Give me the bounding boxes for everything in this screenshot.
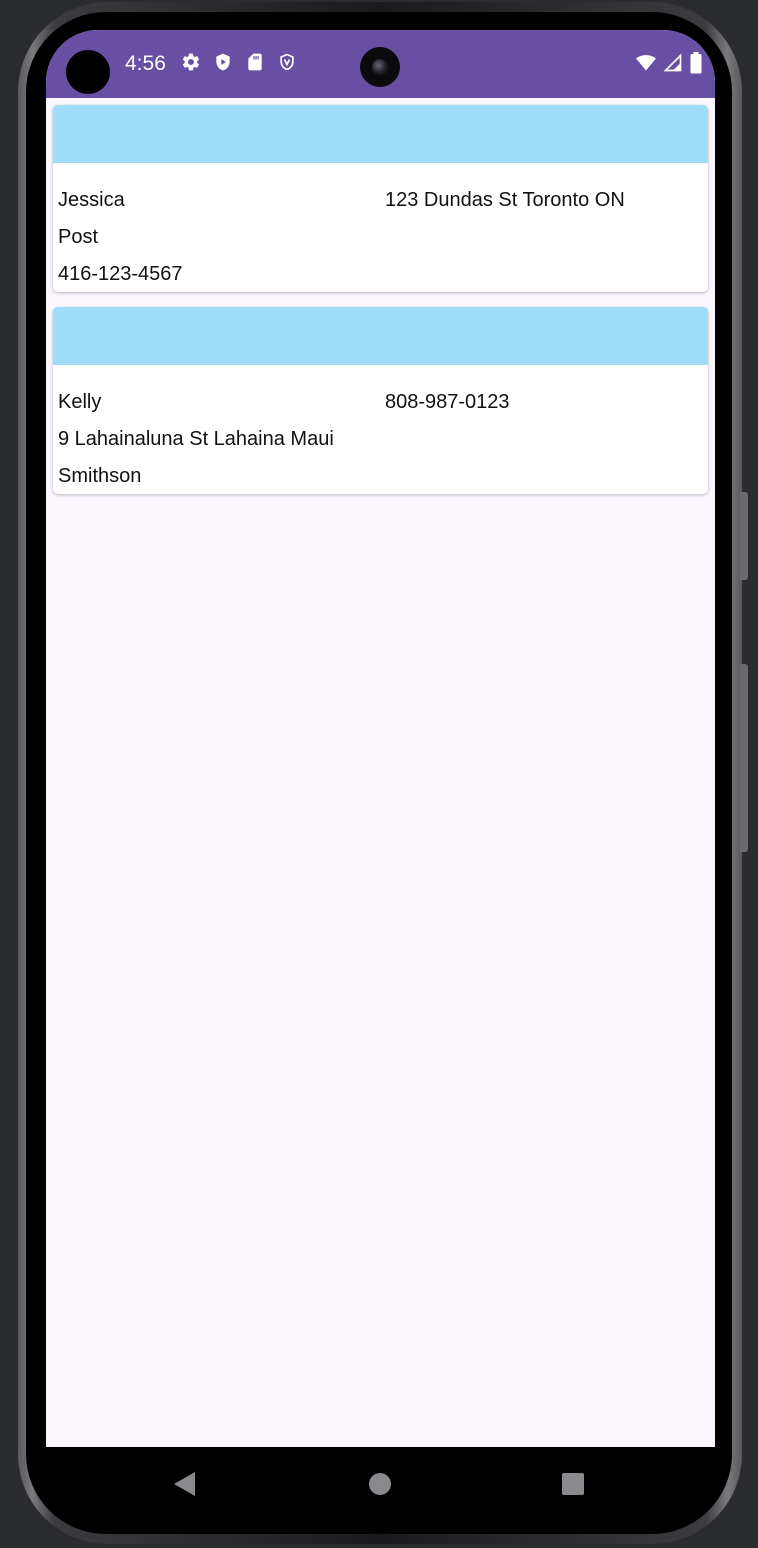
power-button	[740, 664, 748, 852]
sd-card-icon	[245, 52, 265, 77]
back-icon[interactable]	[170, 1469, 200, 1499]
card-header	[53, 105, 708, 163]
status-bar: 4:56	[46, 30, 715, 98]
signal-icon	[663, 53, 683, 78]
wifi-icon	[635, 53, 657, 78]
status-clock: 4:56	[125, 52, 166, 75]
contact-address: 123 Dundas St Toronto ON	[385, 189, 625, 211]
volume-button	[740, 492, 748, 580]
card-header	[53, 307, 708, 365]
recents-icon[interactable]	[558, 1469, 588, 1499]
system-icons	[635, 52, 703, 79]
contact-card[interactable]: Kelly 808-987-0123 9 Lahainaluna St Laha…	[53, 307, 708, 494]
contact-first-name: Jessica	[58, 189, 125, 211]
front-camera	[360, 47, 400, 87]
contact-phone: 416-123-4567	[58, 263, 183, 285]
contact-address: 9 Lahainaluna St Lahaina Maui	[58, 428, 334, 450]
app-screen: 4:56 Jessica 123 Dundas St Toronto ON Po…	[46, 30, 715, 1447]
home-icon[interactable]	[365, 1469, 395, 1499]
battery-icon	[689, 52, 703, 79]
front-sensor	[66, 50, 110, 94]
card-body: Kelly 808-987-0123 9 Lahainaluna St Laha…	[53, 365, 708, 494]
camera-lens	[372, 59, 388, 75]
contact-phone: 808-987-0123	[385, 391, 510, 413]
contact-last-name: Smithson	[58, 465, 142, 487]
contact-last-name: Post	[58, 226, 99, 248]
play-shield-icon	[213, 52, 233, 77]
contact-first-name: Kelly	[58, 391, 102, 413]
card-body: Jessica 123 Dundas St Toronto ON Post 41…	[53, 163, 708, 292]
contact-list[interactable]: Jessica 123 Dundas St Toronto ON Post 41…	[53, 105, 708, 509]
settings-icon	[181, 52, 201, 77]
notification-icons	[181, 52, 297, 77]
navigation-bar	[46, 1447, 715, 1519]
shield-icon	[277, 52, 297, 77]
contact-card[interactable]: Jessica 123 Dundas St Toronto ON Post 41…	[53, 105, 708, 292]
